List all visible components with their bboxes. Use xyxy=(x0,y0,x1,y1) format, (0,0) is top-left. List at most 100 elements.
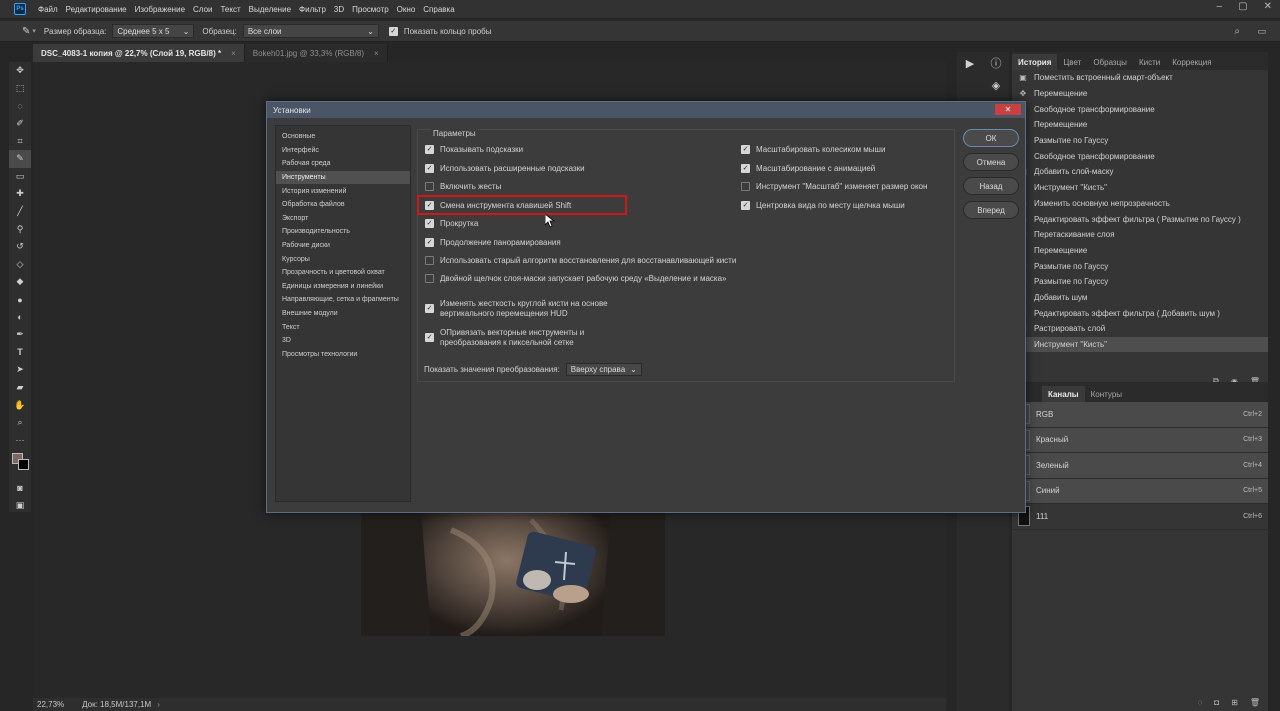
zoom-level[interactable]: 22,73% xyxy=(37,700,64,709)
preferences-nav-item[interactable]: Обработка файлов xyxy=(276,198,410,212)
play-icon[interactable]: ▶ xyxy=(957,52,983,74)
history-item[interactable]: ⬚Свободное трансформирование xyxy=(1012,148,1268,164)
checkbox[interactable]: ✓ xyxy=(425,238,434,247)
background-color-swatch[interactable] xyxy=(18,459,29,471)
option-scroll[interactable]: ✓ Прокрутка xyxy=(425,219,478,229)
option-double-click-mask[interactable]: Двойной щелчок слоя-маски запускает рабо… xyxy=(425,274,727,284)
history-item[interactable]: ▤Изменить основную непрозрачность xyxy=(1012,196,1268,212)
close-icon[interactable]: × xyxy=(231,49,236,58)
hand-tool-icon[interactable]: ✋ xyxy=(9,396,31,414)
preferences-nav-item[interactable]: Текст xyxy=(276,320,410,334)
option-vary-brush-hardness[interactable]: ✓ Изменять жесткость круглой кисти на ос… xyxy=(425,299,608,319)
maximize-icon[interactable]: ▢ xyxy=(1238,1,1247,12)
show-ring-checkbox[interactable]: ✓ xyxy=(388,26,398,36)
quick-select-tool-icon[interactable]: ✐ xyxy=(9,115,31,133)
brush-tool-icon[interactable]: ╱ xyxy=(9,203,31,221)
history-item[interactable]: ▤Растрировать слой xyxy=(1012,321,1268,337)
menu-layers[interactable]: Слои xyxy=(189,5,216,14)
menu-image[interactable]: Изображение xyxy=(131,5,189,14)
checkbox[interactable]: ✓ xyxy=(741,201,750,210)
history-item[interactable]: ▤Размытие по Гауссу xyxy=(1012,274,1268,290)
checkbox[interactable]: ✓ xyxy=(425,145,434,154)
option-zoom-resizes-windows[interactable]: Инструмент "Масштаб" изменяет размер око… xyxy=(741,182,927,192)
history-item[interactable]: ▣ Поместить встроенный смарт-объект xyxy=(1012,70,1268,86)
minimize-icon[interactable]: – xyxy=(1217,1,1223,12)
history-item[interactable]: ▤Размытие по Гауссу xyxy=(1012,258,1268,274)
history-item[interactable]: ✥Перемещение xyxy=(1012,117,1268,133)
path-select-tool-icon[interactable]: ➤ xyxy=(9,361,31,379)
preferences-nav-item[interactable]: Курсоры xyxy=(276,252,410,266)
tab-paths[interactable]: Контуры xyxy=(1085,386,1128,402)
zoom-tool-icon[interactable]: ⌕ xyxy=(9,414,31,432)
shape-tool-icon[interactable]: ▰ xyxy=(9,379,31,397)
tab-document-2[interactable]: Bokeh01.jpg @ 33,3% (RGB/8) × xyxy=(244,44,388,62)
menu-edit[interactable]: Редактирование xyxy=(62,5,131,14)
history-item[interactable]: ✥Перемещение xyxy=(1012,86,1268,102)
preferences-nav-item[interactable]: Экспорт xyxy=(276,212,410,226)
close-icon[interactable]: ✕ xyxy=(995,104,1021,115)
preferences-nav-item[interactable]: Интерфейс xyxy=(276,144,410,158)
new-channel-icon[interactable]: ⊞ xyxy=(1231,698,1238,707)
save-selection-icon[interactable]: ◘ xyxy=(1214,698,1219,707)
option-legacy-healing[interactable]: Использовать старый алгоритм восстановле… xyxy=(425,256,736,266)
workspace-icon[interactable]: ▭ xyxy=(1257,26,1266,37)
checkbox[interactable]: ✓ xyxy=(425,164,434,173)
marquee-tool-icon[interactable]: ⬚ xyxy=(9,80,31,98)
channel-row[interactable]: Синий Ctrl+5 xyxy=(1012,478,1268,504)
menu-select[interactable]: Выделение xyxy=(245,5,295,14)
ok-button[interactable]: ОК xyxy=(963,129,1019,147)
menu-file[interactable]: Файл xyxy=(34,5,62,14)
color-swatches[interactable] xyxy=(9,449,31,479)
menu-view[interactable]: Просмотр xyxy=(348,5,393,14)
preferences-nav-item[interactable]: История изменений xyxy=(276,184,410,198)
option-rich-tooltips[interactable]: ✓ Использовать расширенные подсказки xyxy=(425,164,585,174)
tab-history[interactable]: История xyxy=(1012,54,1058,70)
preferences-nav-item[interactable]: Единицы измерения и линейки xyxy=(276,280,410,294)
preferences-nav-item[interactable]: Просмотры технологии xyxy=(276,348,410,362)
history-item[interactable]: ▤Размытие по Гауссу xyxy=(1012,133,1268,149)
adjustments-icon[interactable]: ◈ xyxy=(983,74,1009,96)
option-zoom-scroll-wheel[interactable]: ✓ Масштабировать колесиком мыши xyxy=(741,145,885,155)
history-item[interactable]: ▤Добавить шум xyxy=(1012,290,1268,306)
back-button[interactable]: Назад xyxy=(963,177,1019,195)
option-snap-to-pixel-grid[interactable]: ✓ ОПривязать векторные инструменты и пре… xyxy=(425,328,584,348)
sample-size-select[interactable]: Среднее 5 x 5 ⌄ xyxy=(112,24,195,38)
load-selection-icon[interactable]: ◌ xyxy=(1198,698,1203,707)
screen-mode-icon[interactable]: ▣ xyxy=(9,497,31,515)
history-item[interactable]: ▤Редактировать эффект фильтра ( Добавить… xyxy=(1012,305,1268,321)
menu-window[interactable]: Окно xyxy=(393,5,420,14)
checkbox[interactable] xyxy=(425,256,434,265)
checkbox[interactable] xyxy=(741,182,750,191)
option-zoom-clicked-point[interactable]: ✓ Центровка вида по месту щелчка мыши xyxy=(741,201,905,211)
trash-icon[interactable]: 🗑 xyxy=(1250,698,1260,707)
channel-row[interactable]: RGB Ctrl+2 xyxy=(1012,402,1268,428)
history-item[interactable]: ◧Добавить слой-маску xyxy=(1012,164,1268,180)
clone-stamp-tool-icon[interactable]: ⚲ xyxy=(9,220,31,238)
close-icon[interactable]: × xyxy=(374,49,379,58)
tab-swatches[interactable]: Образцы xyxy=(1087,54,1133,70)
option-gestures[interactable]: Включить жесты xyxy=(425,182,501,192)
checkbox[interactable] xyxy=(425,274,434,283)
checkbox[interactable]: ✓ xyxy=(425,333,434,342)
checkbox[interactable]: ✓ xyxy=(425,304,434,313)
preferences-nav-item[interactable]: 3D xyxy=(276,334,410,348)
eraser-tool-icon[interactable]: ◇ xyxy=(9,256,31,274)
option-show-tooltips[interactable]: ✓ Показывать подсказки xyxy=(425,145,523,155)
move-tool-icon[interactable]: ✥ xyxy=(9,62,31,80)
menu-text[interactable]: Текст xyxy=(216,5,244,14)
channel-row[interactable]: 111 Ctrl+6 xyxy=(1012,504,1268,530)
checkbox[interactable] xyxy=(425,182,434,191)
menu-3d[interactable]: 3D xyxy=(330,5,348,14)
menu-filter[interactable]: Фильтр xyxy=(295,5,330,14)
search-icon[interactable]: ⌕ xyxy=(1234,26,1240,37)
crop-tool-icon[interactable]: ⌗ xyxy=(9,132,31,150)
tab-adjustments[interactable]: Коррекция xyxy=(1166,54,1217,70)
frame-tool-icon[interactable]: ▭ xyxy=(9,168,31,186)
history-item[interactable]: ▤Перетаскивание слоя xyxy=(1012,227,1268,243)
history-item[interactable]: ▤Редактировать эффект фильтра ( Размытие… xyxy=(1012,211,1268,227)
quick-mask-icon[interactable]: ◙ xyxy=(9,479,31,497)
eyedropper-icon[interactable]: ✎ xyxy=(22,26,30,37)
history-item[interactable]: ╱Инструмент "Кисть" xyxy=(1012,336,1268,353)
preferences-nav-item[interactable]: Прозрачность и цветовой охват xyxy=(276,266,410,280)
healing-brush-tool-icon[interactable]: ✚ xyxy=(9,185,31,203)
